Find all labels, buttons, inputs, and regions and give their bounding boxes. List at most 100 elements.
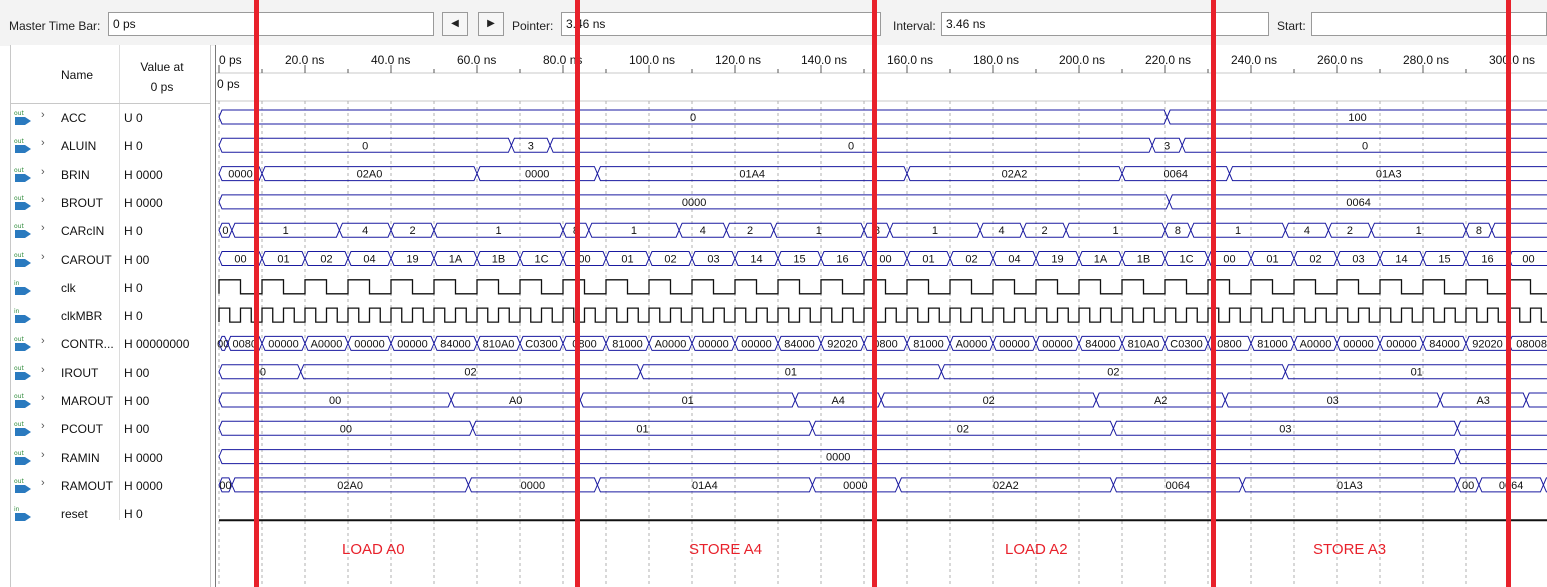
signal-row[interactable]: out › BROUT H 0000 (11, 188, 210, 216)
bus-value-segment (1456, 449, 1547, 465)
signal-waveform: 00 01 02 03 (218, 420, 1547, 436)
waveform-canvas[interactable]: 0 ps 20.0 ns 40.0 ns 60.0 ns 80.0 ns 100.0 ns… (216, 45, 1547, 587)
pointer-label: Pointer: (512, 19, 554, 33)
bus-value-label: 02A2 (1002, 169, 1028, 181)
signal-row[interactable]: out › BRIN H 0000 (11, 160, 210, 188)
arrow-right-icon: ▶ (487, 18, 495, 29)
bus-value-label: 92020 (1472, 338, 1503, 350)
bus-value-label: 0000 (521, 480, 545, 492)
output-pin-icon: out (14, 138, 31, 154)
bus-value-label: 00000 (397, 338, 428, 350)
signal-row[interactable]: in clkMBR H 0 (11, 301, 210, 329)
signal-value: U 0 (124, 111, 143, 125)
bus-value-label: 19 (406, 254, 418, 266)
start-field[interactable] (1311, 12, 1547, 36)
time-tick-label: 80.0 ns (543, 53, 582, 67)
signal-waveform (218, 307, 1547, 323)
signal-value: H 00000000 (124, 337, 190, 352)
bus-value-label: 03 (1327, 395, 1339, 407)
signal-waveform (218, 279, 1547, 295)
expand-chevron-icon[interactable]: › (41, 194, 45, 206)
expand-chevron-icon[interactable]: › (41, 166, 45, 178)
bus-value-label: 02A0 (357, 169, 383, 181)
bus-value-label: 81000 (1257, 338, 1288, 350)
signal-waveform: 00 01 02 04 19 1A 1B 1C 00 01 02 03 14 15 16 00 01 02 04 19… (218, 251, 1547, 266)
signal-name: ALUIN (61, 139, 97, 154)
signal-waveform: 0 3 0 3 0 (218, 137, 1547, 153)
time-tick-label: 120.0 ns (715, 53, 761, 67)
expand-chevron-icon[interactable]: › (41, 364, 45, 376)
svg-text:out: out (14, 223, 24, 230)
time-tick-label: 20.0 ns (285, 53, 324, 67)
bus-value-label: 01 (785, 367, 797, 379)
master-time-bar-field[interactable]: 0 ps (108, 12, 434, 36)
signal-name: BROUT (61, 195, 103, 210)
svg-text:out: out (14, 110, 24, 117)
bus-value-label: 00 (234, 254, 246, 266)
expand-chevron-icon[interactable]: › (41, 109, 45, 121)
expand-chevron-icon[interactable]: › (41, 392, 45, 404)
signal-value: H 00 (124, 394, 150, 408)
bus-value-label: 1 (283, 225, 289, 237)
signal-row[interactable]: out › IROUT H 00 (11, 358, 210, 386)
bus-value-label: 0000 (843, 480, 867, 492)
bus-value-label: 4 (1304, 225, 1310, 237)
expand-chevron-icon[interactable]: › (41, 335, 45, 347)
waveform-area[interactable]: 0 ps 20.0 ns 40.0 ns 60.0 ns 80.0 ns 100.0 ns… (215, 45, 1547, 587)
expand-chevron-icon[interactable]: › (41, 420, 45, 432)
interval-field[interactable]: 3.46 ns (941, 12, 1269, 36)
svg-text:out: out (14, 138, 24, 145)
interval-label: Interval: (893, 19, 936, 33)
signal-row[interactable]: out › MAROUT H 00 (11, 386, 210, 414)
signal-row[interactable]: in clk H 0 (11, 273, 210, 301)
signal-name: RAMIN (61, 450, 100, 465)
bus-value-label: 16 (1481, 254, 1493, 266)
pointer-field[interactable]: 3.46 ns (561, 12, 881, 36)
bus-value-label: 100 (1348, 112, 1366, 124)
signal-name: RAMOUT (61, 478, 113, 493)
signal-row[interactable]: in reset H 0 (11, 499, 210, 527)
bus-value-label: 4 (700, 225, 706, 237)
bus-value-label: 810 (1541, 338, 1547, 350)
signal-name: clk (61, 280, 76, 295)
svg-text:out: out (14, 365, 24, 372)
bus-value-label: C0300 (525, 338, 557, 350)
signal-row[interactable]: out › RAMOUT H 0000 (11, 471, 210, 499)
output-pin-icon: out (14, 478, 31, 493)
svg-text:in: in (14, 308, 20, 315)
expand-chevron-icon[interactable]: › (41, 137, 45, 149)
bus-value-segment (1456, 420, 1547, 436)
signal-row[interactable]: out › ACC U 0 (11, 103, 210, 131)
signal-row[interactable]: out › CAROUT H 00 (11, 245, 210, 273)
signal-row[interactable]: out › CONTR... H 00000000 (11, 329, 210, 357)
signal-row[interactable]: out › RAMIN H 0000 (11, 443, 210, 471)
bus-value-label: 8 (573, 225, 579, 237)
bus-value-label: 19 (1051, 254, 1063, 266)
svg-text:in: in (14, 506, 20, 513)
bus-value-label: 00 (219, 480, 231, 492)
bus-value-label: 1 (816, 225, 822, 237)
expand-chevron-icon[interactable]: › (41, 477, 45, 489)
bus-value-label: 0 (222, 225, 228, 237)
signal-row[interactable]: out › ALUIN H 0 (11, 131, 210, 159)
signal-row[interactable]: out › CARcIN H 0 (11, 216, 210, 244)
signal-name: BRIN (61, 167, 90, 182)
next-transition-button[interactable]: ▶ (478, 12, 504, 36)
expand-chevron-icon[interactable]: › (41, 449, 45, 461)
previous-transition-button[interactable]: ◀ (442, 12, 468, 36)
svg-text:out: out (14, 450, 24, 457)
expand-chevron-icon[interactable]: › (41, 251, 45, 263)
bus-value-label: 01 (1266, 254, 1278, 266)
signal-row[interactable]: out › PCOUT H 00 (11, 414, 210, 442)
signal-waveform: 0000 02A0 0000 01A4 02A2 0064 01A3 (218, 166, 1547, 182)
bus-value-label: 1 (495, 225, 501, 237)
bus-value-label: 2 (747, 225, 753, 237)
cursor-time-label: 0 ps (217, 77, 240, 91)
bus-value-label: 01 (682, 395, 694, 407)
signal-name: MAROUT (61, 394, 113, 408)
signal-waveform: 00 02A0 0000 01A4 0000 02A2 0064 01A3 00 0064 (218, 477, 1547, 493)
expand-chevron-icon[interactable]: › (41, 222, 45, 234)
bus-value-label: 1A (1094, 254, 1108, 266)
bus-value-label: 4 (362, 225, 368, 237)
bus-value-label: 16 (836, 254, 848, 266)
